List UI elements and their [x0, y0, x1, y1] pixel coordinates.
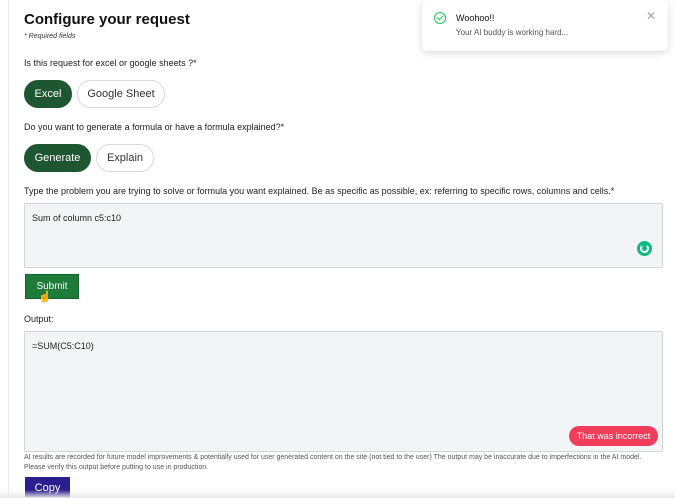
incorrect-feedback-button[interactable]: That was incorrect: [569, 426, 658, 446]
required-note: * Required fields: [24, 33, 76, 40]
check-circle-icon: [434, 12, 446, 24]
toast-message: Your AI buddy is working hard...: [456, 28, 569, 37]
excel-option[interactable]: Excel: [24, 80, 72, 108]
pointer-cursor-icon: ☝: [38, 291, 52, 303]
output-label: Output:: [24, 314, 54, 324]
close-icon[interactable]: ✕: [646, 9, 656, 23]
bottom-shadow: [0, 490, 675, 498]
output-value: =SUM(C5:C10): [32, 341, 94, 351]
explain-option[interactable]: Explain: [96, 144, 154, 172]
spreadsheet-question: Is this request for excel or google shee…: [24, 58, 197, 68]
toast-notification: Woohoo!! Your AI buddy is working hard..…: [422, 0, 668, 51]
problem-question: Type the problem you are trying to solve…: [24, 186, 615, 196]
toast-title: Woohoo!!: [456, 13, 495, 23]
ai-disclaimer: AI results are recorded for future model…: [24, 454, 642, 471]
problem-input-value: Sum of column c5:c10: [32, 213, 122, 223]
loading-icon: [637, 241, 652, 256]
generate-option[interactable]: Generate: [24, 144, 91, 172]
output-box[interactable]: =SUM(C5:C10): [24, 331, 663, 452]
page-title: Configure your request: [24, 11, 190, 28]
google-sheet-option[interactable]: Google Sheet: [77, 80, 165, 108]
problem-input[interactable]: Sum of column c5:c10: [24, 203, 663, 268]
submit-button[interactable]: Submit: [25, 274, 79, 299]
formula-question: Do you want to generate a formula or hav…: [24, 122, 285, 132]
